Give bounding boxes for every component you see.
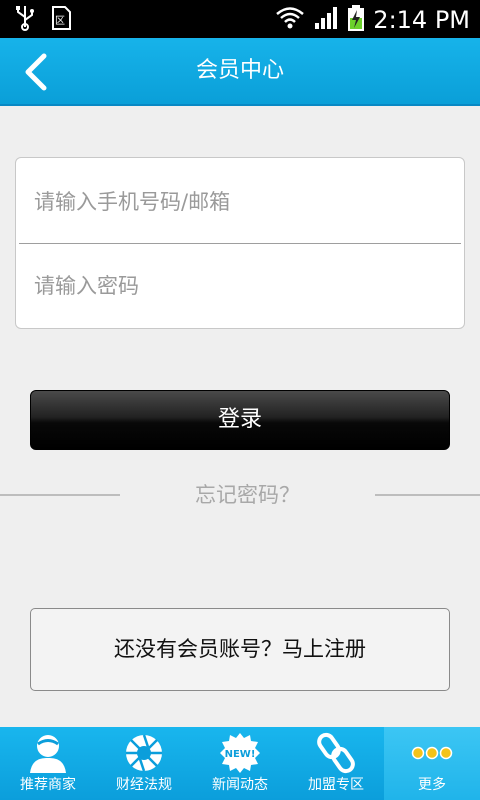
login-form xyxy=(15,157,465,329)
status-time: 2:14 PM xyxy=(373,6,470,34)
forgot-password-link[interactable]: 忘记密码？ xyxy=(120,480,375,510)
tab-label: 财经法规 xyxy=(116,777,172,793)
tab-label: 新闻动态 xyxy=(212,777,268,793)
svg-text:区: 区 xyxy=(55,15,65,27)
signal-icon xyxy=(313,5,339,35)
more-dots-icon xyxy=(411,746,453,760)
tab-finance-regulations[interactable]: 财经法规 xyxy=(96,727,192,800)
register-button[interactable]: 还没有会员账号？马上注册 xyxy=(30,608,450,691)
shutter-icon xyxy=(126,734,162,772)
sim-card-icon: 区 xyxy=(50,5,72,35)
new-badge-icon: NEW! xyxy=(220,733,260,773)
status-bar: 区 2:14 PM xyxy=(0,0,480,38)
tab-label: 推荐商家 xyxy=(20,777,76,793)
phone-email-input[interactable] xyxy=(16,160,464,244)
svg-text:NEW!: NEW! xyxy=(225,749,256,760)
user-icon xyxy=(30,735,66,773)
usb-icon xyxy=(14,5,36,35)
tab-more[interactable]: 更多 xyxy=(384,727,480,800)
login-button[interactable]: 登录 xyxy=(30,390,450,450)
wifi-icon xyxy=(275,5,305,35)
title-bar: 会员中心 xyxy=(0,38,480,106)
chain-link-icon xyxy=(317,732,355,774)
tab-recommended-merchants[interactable]: 推荐商家 xyxy=(0,727,96,800)
password-input[interactable] xyxy=(16,244,464,328)
tab-label: 更多 xyxy=(418,777,446,793)
divider-left xyxy=(0,494,120,496)
tab-label: 加盟专区 xyxy=(308,777,364,793)
battery-charging-icon xyxy=(347,4,365,36)
page-title: 会员中心 xyxy=(195,58,284,83)
tab-news[interactable]: NEW! 新闻动态 xyxy=(192,727,288,800)
divider-right xyxy=(375,494,480,496)
bottom-tab-bar: 推荐商家 财经法规 NEW! 新闻动态 加盟专区 更多 xyxy=(0,727,480,800)
tab-franchise[interactable]: 加盟专区 xyxy=(288,727,384,800)
